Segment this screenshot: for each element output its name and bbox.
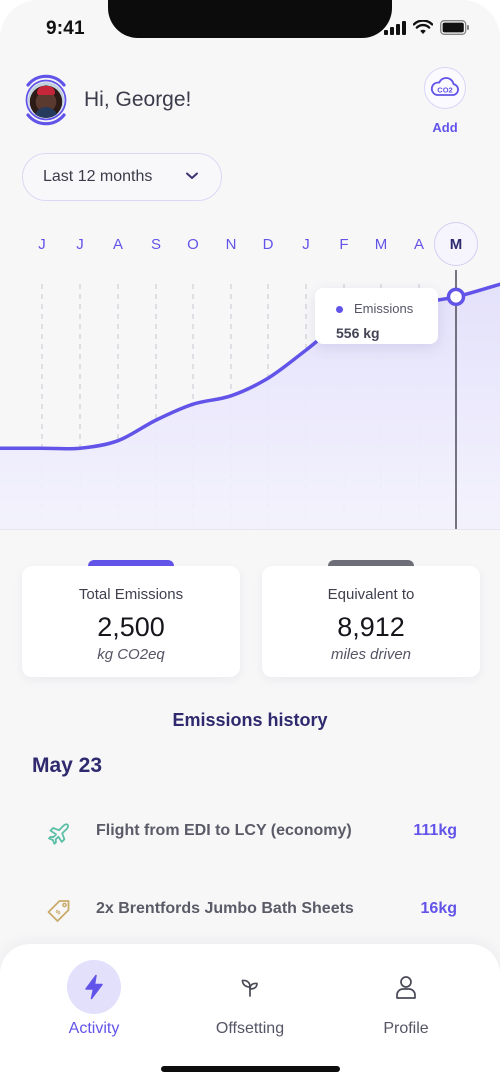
tab-label: Profile [383, 1020, 429, 1037]
card-unit: miles driven [330, 646, 412, 663]
total-emissions-card[interactable]: Total Emissions 2,500 kg CO2eq [22, 560, 240, 677]
tab-label: Activity [68, 1020, 120, 1037]
price-tag-icon: $ [47, 900, 70, 922]
history-item[interactable]: Flight from EDI to LCY (economy) 111kg [0, 810, 500, 850]
status-time: 9:41 [46, 18, 85, 39]
history-month-heading: May 23 [32, 754, 103, 777]
tab-offsetting[interactable]: Offsetting [190, 960, 310, 1050]
equivalent-card[interactable]: Equivalent to 8,912 miles driven [262, 560, 480, 677]
home-indicator [161, 1066, 340, 1072]
svg-text:$: $ [55, 909, 63, 917]
history-item-amount: 16kg [420, 900, 457, 917]
date-range-value: Last 12 months [43, 168, 153, 185]
status-icons [384, 20, 470, 35]
tab-icon-wrap [223, 960, 277, 1014]
card-title: Equivalent to [327, 586, 415, 603]
lightning-icon [85, 974, 103, 1000]
battery-icon [440, 20, 469, 35]
chart-tooltip: Emissions 556 kg [315, 288, 438, 344]
month-selector: JJASONDJFMAM [0, 222, 500, 266]
tab-label: Offsetting [215, 1020, 285, 1037]
history-item[interactable]: $ 2x Brentfords Jumbo Bath Sheets 16kg [0, 888, 500, 928]
wifi-icon [413, 20, 433, 34]
history-title: Emissions history [172, 710, 328, 730]
card-indicator [88, 560, 174, 566]
sprout-icon [241, 979, 258, 997]
history-item-name: Flight from EDI to LCY (economy) [96, 822, 352, 839]
bottom-tab-bar: Activity Offsetting Profile [0, 944, 500, 1083]
chevron-down-icon [186, 172, 198, 179]
plane-icon [48, 823, 69, 845]
add-co2-button[interactable]: CO2 [424, 67, 466, 109]
signal-icon [384, 20, 406, 35]
avatar[interactable] [20, 72, 72, 128]
greeting-text: Hi, George! [84, 88, 192, 111]
tooltip-value: 556 kg [336, 325, 380, 341]
user-icon [396, 976, 416, 999]
card-value: 8,912 [337, 612, 405, 642]
chart-baseline [0, 529, 500, 530]
device-notch [108, 0, 392, 38]
add-label[interactable]: Add [420, 120, 470, 135]
series-legend-dot [336, 306, 343, 313]
date-range-select[interactable]: Last 12 months [22, 153, 222, 201]
co2-cloud-icon: CO2 [430, 77, 459, 96]
card-unit: kg CO2eq [97, 646, 165, 663]
app-screen: 9:41 Hi, George! CO2 Add Last 12 months … [0, 0, 500, 1083]
card-value: 2,500 [97, 612, 165, 642]
tab-profile[interactable]: Profile [346, 960, 466, 1050]
month-option[interactable]: M [434, 222, 478, 266]
history-item-amount: 111kg [413, 822, 457, 839]
history-item-name: 2x Brentfords Jumbo Bath Sheets [96, 900, 354, 917]
active-tab-indicator [67, 960, 121, 1014]
tab-activity[interactable]: Activity [34, 960, 154, 1050]
card-indicator [328, 560, 414, 566]
avatar-photo [28, 82, 64, 118]
selection-marker[interactable] [446, 287, 466, 307]
tab-icon-wrap [379, 960, 433, 1014]
tooltip-label: Emissions [354, 301, 414, 316]
card-title: Total Emissions [78, 586, 184, 603]
co2-icon-text: CO2 [437, 86, 452, 95]
